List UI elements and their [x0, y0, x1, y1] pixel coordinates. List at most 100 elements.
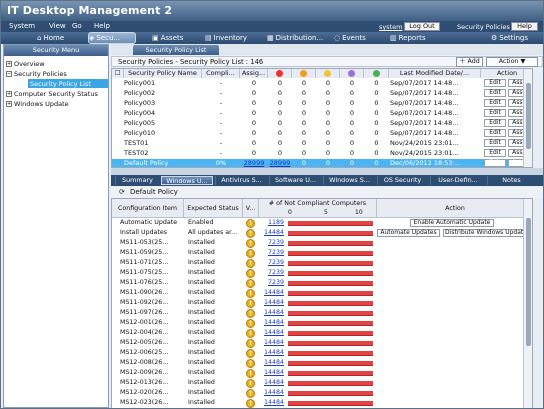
header-c3[interactable] [316, 69, 340, 78]
toolbar-assets[interactable]: ▣ Assets [152, 32, 196, 44]
toolbar-events[interactable]: ◌ Events [334, 32, 379, 44]
not-compliant-count[interactable]: 14484 [260, 369, 284, 376]
not-compliant-count[interactable]: 7239 [260, 279, 284, 286]
action-menu-button[interactable]: Action ▼ [486, 57, 538, 67]
not-compliant-count[interactable]: 14484 [260, 339, 284, 346]
compliance-row[interactable]: MS12-001(26... Installed! 14484 [112, 319, 532, 329]
toolbar-inventory[interactable]: ▤ Inventory [205, 32, 257, 44]
toolbar-security[interactable]: ◈ Secu... [88, 32, 136, 44]
compliance-row[interactable]: MS11-075(25... Installed! 7239 [112, 269, 532, 279]
not-compliant-count[interactable]: 14484 [260, 399, 284, 406]
logout-button[interactable]: Log Out [404, 22, 440, 31]
distribute-windows-update-button[interactable]: Distribute Windows Update [443, 229, 529, 237]
compliance-scroll-thumb[interactable] [526, 218, 531, 346]
compliance-row[interactable]: MS12-023(26... Installed! 14484 [112, 399, 532, 408]
edit-button[interactable]: Edit [484, 129, 506, 137]
table-row[interactable]: Policy005 - 0 0 0 0 0 0 Sep/07/2017 14:48... Edit… [112, 119, 532, 128]
not-compliant-count[interactable]: 14484 [260, 329, 284, 336]
not-compliant-count[interactable]: 7239 [260, 269, 284, 276]
not-compliant-count[interactable]: 14484 [260, 349, 284, 356]
tree-computer-security-status[interactable]: + Computer Security Status [6, 89, 98, 98]
edit-button[interactable]: Edit [484, 89, 506, 97]
header-c2[interactable] [292, 69, 316, 78]
not-compliant-count[interactable]: 7239 [260, 239, 284, 246]
compliance-row[interactable]: MS12-005(26... Installed! 14484 [112, 339, 532, 349]
tab-detail-6[interactable]: User-Defin... [430, 176, 485, 185]
compliance-row[interactable]: MS11-059(25... Installed! 7239 [112, 249, 532, 259]
compliance-scrollbar[interactable] [523, 199, 532, 408]
compliance-row[interactable]: MS11-092(26... Installed! 14484 [112, 299, 532, 309]
edit-button[interactable]: Edit [484, 159, 506, 167]
compliance-row[interactable]: MS11-071(25... Installed! 7239 [112, 259, 532, 269]
not-compliant-count[interactable]: 7239 [260, 249, 284, 256]
compliance-row[interactable]: MS11-053(25... Installed! 7239 [112, 239, 532, 249]
expand-icon[interactable]: + [6, 90, 12, 97]
not-compliant-count[interactable]: 14484 [260, 389, 284, 396]
system-user-link[interactable]: system [379, 23, 403, 31]
menu-system[interactable]: System [9, 22, 35, 30]
action-button[interactable]: Automate Updates [377, 229, 440, 237]
tab-detail-2[interactable]: Antivirus S... [215, 176, 267, 185]
tab-security-policy-list[interactable]: Security Policy List [133, 45, 219, 55]
not-compliant-count[interactable]: 14484 [260, 299, 284, 306]
edit-button[interactable]: Edit [484, 109, 506, 117]
compliance-row[interactable]: MS12-008(26... Installed! 14484 [112, 359, 532, 369]
toolbar-reports[interactable]: ▥ Reports [390, 32, 438, 44]
edit-button[interactable]: Edit [484, 139, 506, 147]
header-checkbox[interactable]: ☐ [112, 69, 124, 78]
not-compliant-count[interactable]: 14484 [260, 319, 284, 326]
not-compliant-count[interactable]: 7239 [260, 259, 284, 266]
toolbar-distribution[interactable]: ▦ Distribution... [267, 32, 330, 44]
edit-button[interactable]: Edit [484, 119, 506, 127]
toolbar-settings[interactable]: ⚙ Settings [491, 32, 541, 44]
compliance-row[interactable]: MS12-006(25... Installed! 14484 [112, 349, 532, 359]
header-c5[interactable] [364, 69, 389, 78]
table-row[interactable]: Default Policy 0% 28999 28999 0 0 0 0 Dec/06/201… [112, 159, 532, 167]
compliance-row[interactable]: MS12-004(26... Installed! 14484 [112, 329, 532, 339]
header-name[interactable]: Security Policy Name [124, 69, 202, 78]
policy-scrollbar[interactable] [523, 69, 532, 167]
edit-button[interactable]: Edit [484, 149, 506, 157]
not-compliant-count[interactable]: 14484 [260, 379, 284, 386]
menu-go[interactable]: Go [72, 22, 82, 30]
compliance-row[interactable]: MS11-090(26... Installed! 14484 [112, 289, 532, 299]
policy-scroll-thumb[interactable] [526, 83, 531, 149]
header-c1[interactable] [268, 69, 292, 78]
tree-security-policies[interactable]: − Security Policies [6, 69, 67, 78]
table-row[interactable]: TEST01-0 0 0 0 0 0 Nov/24/2015 23:01... Edit Ass… [112, 139, 532, 148]
table-row[interactable]: Policy010 - 0 0 0 0 0 0 Sep/07/2017 14:48... Edit… [112, 129, 532, 138]
header-c4[interactable] [340, 69, 364, 78]
edit-button[interactable]: Edit [484, 99, 506, 107]
table-row[interactable]: Policy002 - 0 0 0 0 0 0 Sep/07/2017 14:48... Edit… [112, 89, 532, 98]
tab-detail-5[interactable]: OS Security [377, 176, 427, 185]
tree-security-policy-list[interactable]: Security Policy List [28, 79, 108, 88]
compliance-row[interactable]: MS12-009(26... Installed! 14484 [112, 369, 532, 379]
table-row[interactable]: TEST02-0 0 0 0 0 0 Nov/24/2015 23:01... Edit Ass… [112, 149, 532, 158]
tab-detail-1[interactable]: Windows U... [161, 176, 213, 185]
tree-overview[interactable]: + Overview [6, 59, 45, 68]
menu-help[interactable]: Help [94, 22, 110, 30]
help-button[interactable]: Help [511, 22, 538, 31]
splitter[interactable] [111, 168, 543, 175]
table-row[interactable]: Policy004 - 0 0 0 0 0 0 Sep/07/2017 14:48... Edit… [112, 109, 532, 118]
compliance-row[interactable]: Automatic Update Enabled! 1189 Enable Autom… [112, 219, 532, 229]
compliance-row[interactable]: MS12-013(26... Installed! 14484 [112, 379, 532, 389]
tab-detail-4[interactable]: Windows S... [323, 176, 375, 185]
header-date[interactable]: Last Modified Date/... [389, 69, 481, 78]
tab-detail-3[interactable]: Software U... [269, 176, 321, 185]
table-row[interactable]: Policy003 - 0 0 0 0 0 0 Sep/07/2017 14:48... Edit… [112, 99, 532, 108]
tab-detail-0[interactable]: Summary [115, 176, 159, 185]
compliance-row[interactable]: MS11-076(25... Installed! 7239 [112, 279, 532, 289]
collapse-icon[interactable]: − [6, 70, 12, 77]
not-compliant-count[interactable]: 14484 [260, 229, 284, 236]
menu-view[interactable]: View [49, 22, 66, 30]
table-row[interactable]: Policy001 - 0 0 0 0 0 0 Sep/07/2017 14:48... Edit… [112, 79, 532, 88]
not-compliant-count[interactable]: 14484 [260, 359, 284, 366]
not-compliant-count[interactable]: 1189 [260, 219, 284, 226]
refresh-icon[interactable]: ⟳ [119, 189, 125, 196]
compliance-row[interactable]: Install Updates All updates ar...! 14484 Au… [112, 229, 532, 239]
not-compliant-count[interactable]: 14484 [260, 289, 284, 296]
action-button[interactable]: Enable Automatic Update [410, 219, 494, 227]
compliance-row[interactable]: MS12-020(26... Installed! 14484 [112, 389, 532, 399]
header-compliance[interactable]: Compli... [202, 69, 240, 78]
